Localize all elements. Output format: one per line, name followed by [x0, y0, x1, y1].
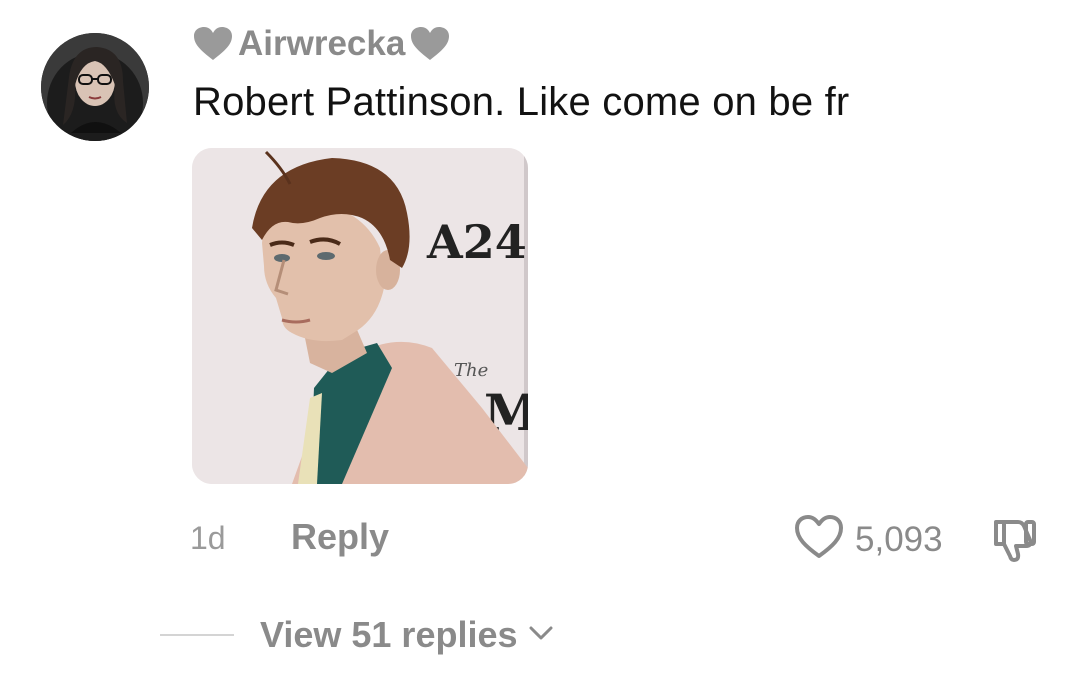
grey-heart-icon [192, 26, 234, 62]
comment-image[interactable]: A24 The M [192, 148, 528, 484]
replies-divider [160, 634, 234, 636]
dislike-button[interactable] [988, 514, 1040, 571]
like-button[interactable]: 5,093 [793, 514, 943, 565]
backdrop-logo-text: A24 [426, 215, 527, 269]
timestamp: 1d [190, 520, 226, 556]
view-replies-label: View 51 replies [260, 614, 518, 655]
chevron-down-icon [528, 624, 554, 647]
username[interactable]: Airwrecka [192, 22, 451, 66]
reply-button[interactable]: Reply [291, 516, 389, 558]
avatar[interactable] [41, 33, 149, 141]
grey-heart-icon [409, 26, 451, 62]
backdrop-the-text: The [454, 360, 488, 381]
view-replies-button[interactable]: View 51 replies [160, 612, 554, 658]
username-label: Airwrecka [238, 24, 406, 63]
heart-outline-icon [793, 514, 845, 565]
like-count: 5,093 [855, 519, 943, 559]
comment-actions-row: 1d Reply 5,093 [0, 510, 1080, 566]
thumbs-down-icon [988, 520, 1040, 570]
comment-text: Robert Pattinson. Like come on be fr [193, 80, 850, 124]
